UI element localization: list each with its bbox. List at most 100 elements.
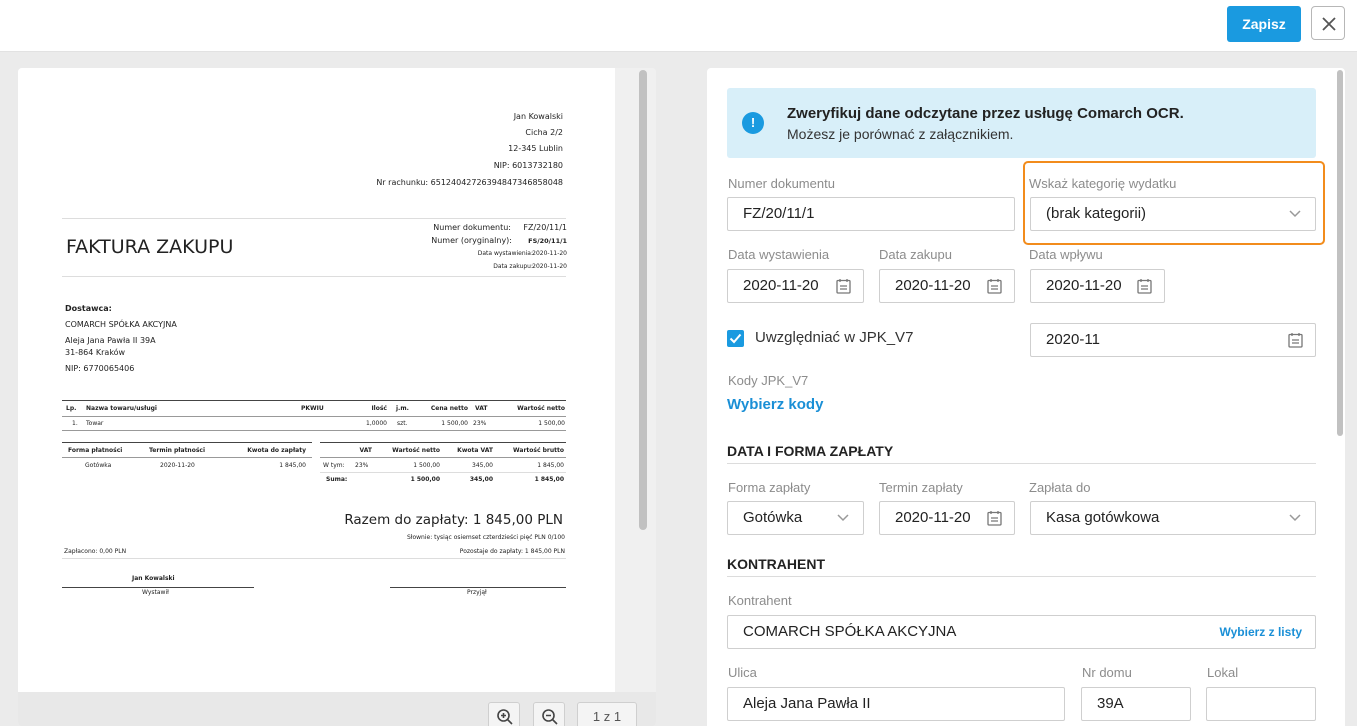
jpk-checkbox-label[interactable]: Uwzględniać w JPK_V7: [755, 329, 913, 346]
divider: [62, 457, 312, 458]
supplier-street: Aleja Jana Pawła II 39A: [65, 336, 156, 345]
payment-to-value: Kasa gotówkowa: [1046, 509, 1160, 526]
calendar-icon[interactable]: [1137, 278, 1152, 294]
payment-due-value: 2020-11-20: [895, 509, 971, 526]
signature-line: [62, 587, 254, 588]
calendar-icon[interactable]: [836, 278, 851, 294]
payment-header: Termin płatności: [149, 447, 206, 454]
document-scrollbar[interactable]: [633, 68, 656, 692]
recipient-name: Jan Kowalski: [513, 112, 563, 121]
supplier-label: Dostawca:: [65, 304, 112, 313]
vat-cell: W tym:: [323, 462, 345, 469]
recipient-city: 12-345 Lublin: [508, 144, 563, 153]
viewer-toolbar: 1 z 1: [18, 692, 656, 726]
total-due: Razem do zapłaty: 1 845,00 PLN: [344, 512, 563, 528]
zoom-in-icon: [497, 709, 513, 725]
table-top-line: [62, 400, 566, 401]
vat-cell: 1 500,00: [413, 462, 440, 469]
jpk-period-input[interactable]: 2020-11: [1030, 323, 1316, 357]
contractor-input[interactable]: COMARCH SPÓŁKA AKCYJNA Wybierz z listy: [727, 615, 1316, 649]
vat-cell: 345,00: [472, 462, 493, 469]
street-input[interactable]: Aleja Jana Pawła II: [727, 687, 1065, 721]
form-scrollbar[interactable]: [1336, 68, 1345, 726]
payment-to-select[interactable]: Kasa gotówkowa: [1030, 501, 1316, 535]
meta-value: 2020-11-20: [532, 263, 567, 270]
vat-sum-label: Suma:: [326, 476, 348, 483]
paid-amount: Zapłacono: 0,00 PLN: [64, 548, 127, 555]
issue-date-input[interactable]: 2020-11-20: [727, 269, 864, 303]
close-button[interactable]: [1311, 6, 1345, 40]
items-header: PKWIU: [301, 405, 324, 412]
payment-form-select[interactable]: Gotówka: [727, 501, 864, 535]
supplier-nip: NIP: 6770065406: [65, 364, 135, 373]
vat-header: Wartość netto: [392, 447, 440, 454]
pick-from-list-link[interactable]: Wybierz z listy: [1220, 616, 1302, 648]
scrollbar-thumb[interactable]: [1337, 70, 1343, 436]
amount-in-words: Słownie: tysiąc osiemset czterdzieści pi…: [406, 534, 565, 541]
contractor-label: Kontrahent: [728, 593, 792, 608]
jpk-period-value: 2020-11: [1046, 331, 1100, 348]
chevron-down-icon: [837, 514, 849, 522]
scrollbar-thumb[interactable]: [639, 70, 647, 530]
zoom-in-button[interactable]: [488, 702, 520, 726]
close-icon: [1322, 17, 1336, 31]
payment-cell: Gotówka: [85, 462, 112, 469]
meta-value: 2020-11-20: [532, 250, 567, 257]
meta-label: Data wystawienia:: [477, 250, 533, 257]
contractor-value: COMARCH SPÓŁKA AKCYJNA: [743, 623, 957, 640]
receipt-date-value: 2020-11-20: [1046, 277, 1122, 294]
payment-cell: 2020-11-20: [160, 462, 195, 469]
choose-codes-link[interactable]: Wybierz kody: [727, 396, 823, 413]
divider: [320, 472, 566, 473]
items-header: j.m.: [396, 405, 409, 412]
item-cell: 1,0000: [366, 420, 387, 427]
jpk-checkbox[interactable]: [727, 330, 744, 347]
doc-number-input[interactable]: FZ/20/11/1: [727, 197, 1015, 231]
chevron-down-icon: [1289, 210, 1301, 218]
category-select[interactable]: (brak kategorii): [1030, 197, 1316, 231]
issuer-name: Jan Kowalski: [132, 575, 175, 582]
calendar-icon[interactable]: [987, 510, 1002, 526]
vat-header: Wartość brutto: [512, 447, 564, 454]
divider: [62, 218, 566, 219]
meta-label: Data zakupu:: [493, 263, 533, 270]
vat-header: Kwota VAT: [457, 447, 493, 454]
items-header: Lp.: [66, 405, 77, 412]
purchase-date-value: 2020-11-20: [895, 277, 971, 294]
jpk-codes-label: Kody JPK_V7: [728, 373, 809, 388]
divider: [320, 457, 566, 458]
divider: [62, 276, 566, 277]
item-cell: 1 500,00: [538, 420, 565, 427]
divider: [62, 416, 566, 417]
recipient-nip: NIP: 6013732180: [493, 161, 563, 170]
meta-label: Numer (oryginalny):: [431, 236, 512, 245]
calendar-icon[interactable]: [1288, 332, 1303, 348]
save-button[interactable]: Zapisz: [1227, 6, 1301, 42]
payment-due-input[interactable]: 2020-11-20: [879, 501, 1015, 535]
street-label: Ulica: [728, 665, 757, 680]
issue-date-label: Data wystawienia: [728, 247, 830, 262]
category-label: Wskaż kategorię wydatku: [1029, 176, 1177, 191]
invoice-page: Jan Kowalski Cicha 2/2 12-345 Lublin NIP…: [18, 68, 615, 692]
top-bar: Zapisz: [0, 0, 1357, 52]
ocr-info-banner: ! Zweryfikuj dane odczytane przez usługę…: [727, 88, 1316, 158]
contractor-section-title: KONTRAHENT: [727, 556, 825, 572]
house-number-input[interactable]: 39A: [1081, 687, 1191, 721]
calendar-icon[interactable]: [987, 278, 1002, 294]
item-cell: 1 500,00: [441, 420, 468, 427]
vat-cell: 23%: [355, 462, 369, 469]
item-cell: 1.: [72, 420, 78, 427]
receipt-date-input[interactable]: 2020-11-20: [1030, 269, 1165, 303]
receipt-date-label: Data wpływu: [1029, 247, 1103, 262]
purchase-date-input[interactable]: 2020-11-20: [879, 269, 1015, 303]
payment-due-label: Termin zapłaty: [879, 480, 963, 495]
issue-date-value: 2020-11-20: [743, 277, 819, 294]
zoom-out-button[interactable]: [533, 702, 565, 726]
vat-sum: 345,00: [469, 476, 493, 483]
flat-input[interactable]: [1206, 687, 1316, 721]
payment-form-label: Forma zapłaty: [728, 480, 811, 495]
item-cell: Towar: [86, 420, 104, 427]
payment-to-label: Zapłata do: [1029, 480, 1091, 495]
document-preview: Jan Kowalski Cicha 2/2 12-345 Lublin NIP…: [18, 68, 656, 726]
divider: [62, 442, 312, 443]
